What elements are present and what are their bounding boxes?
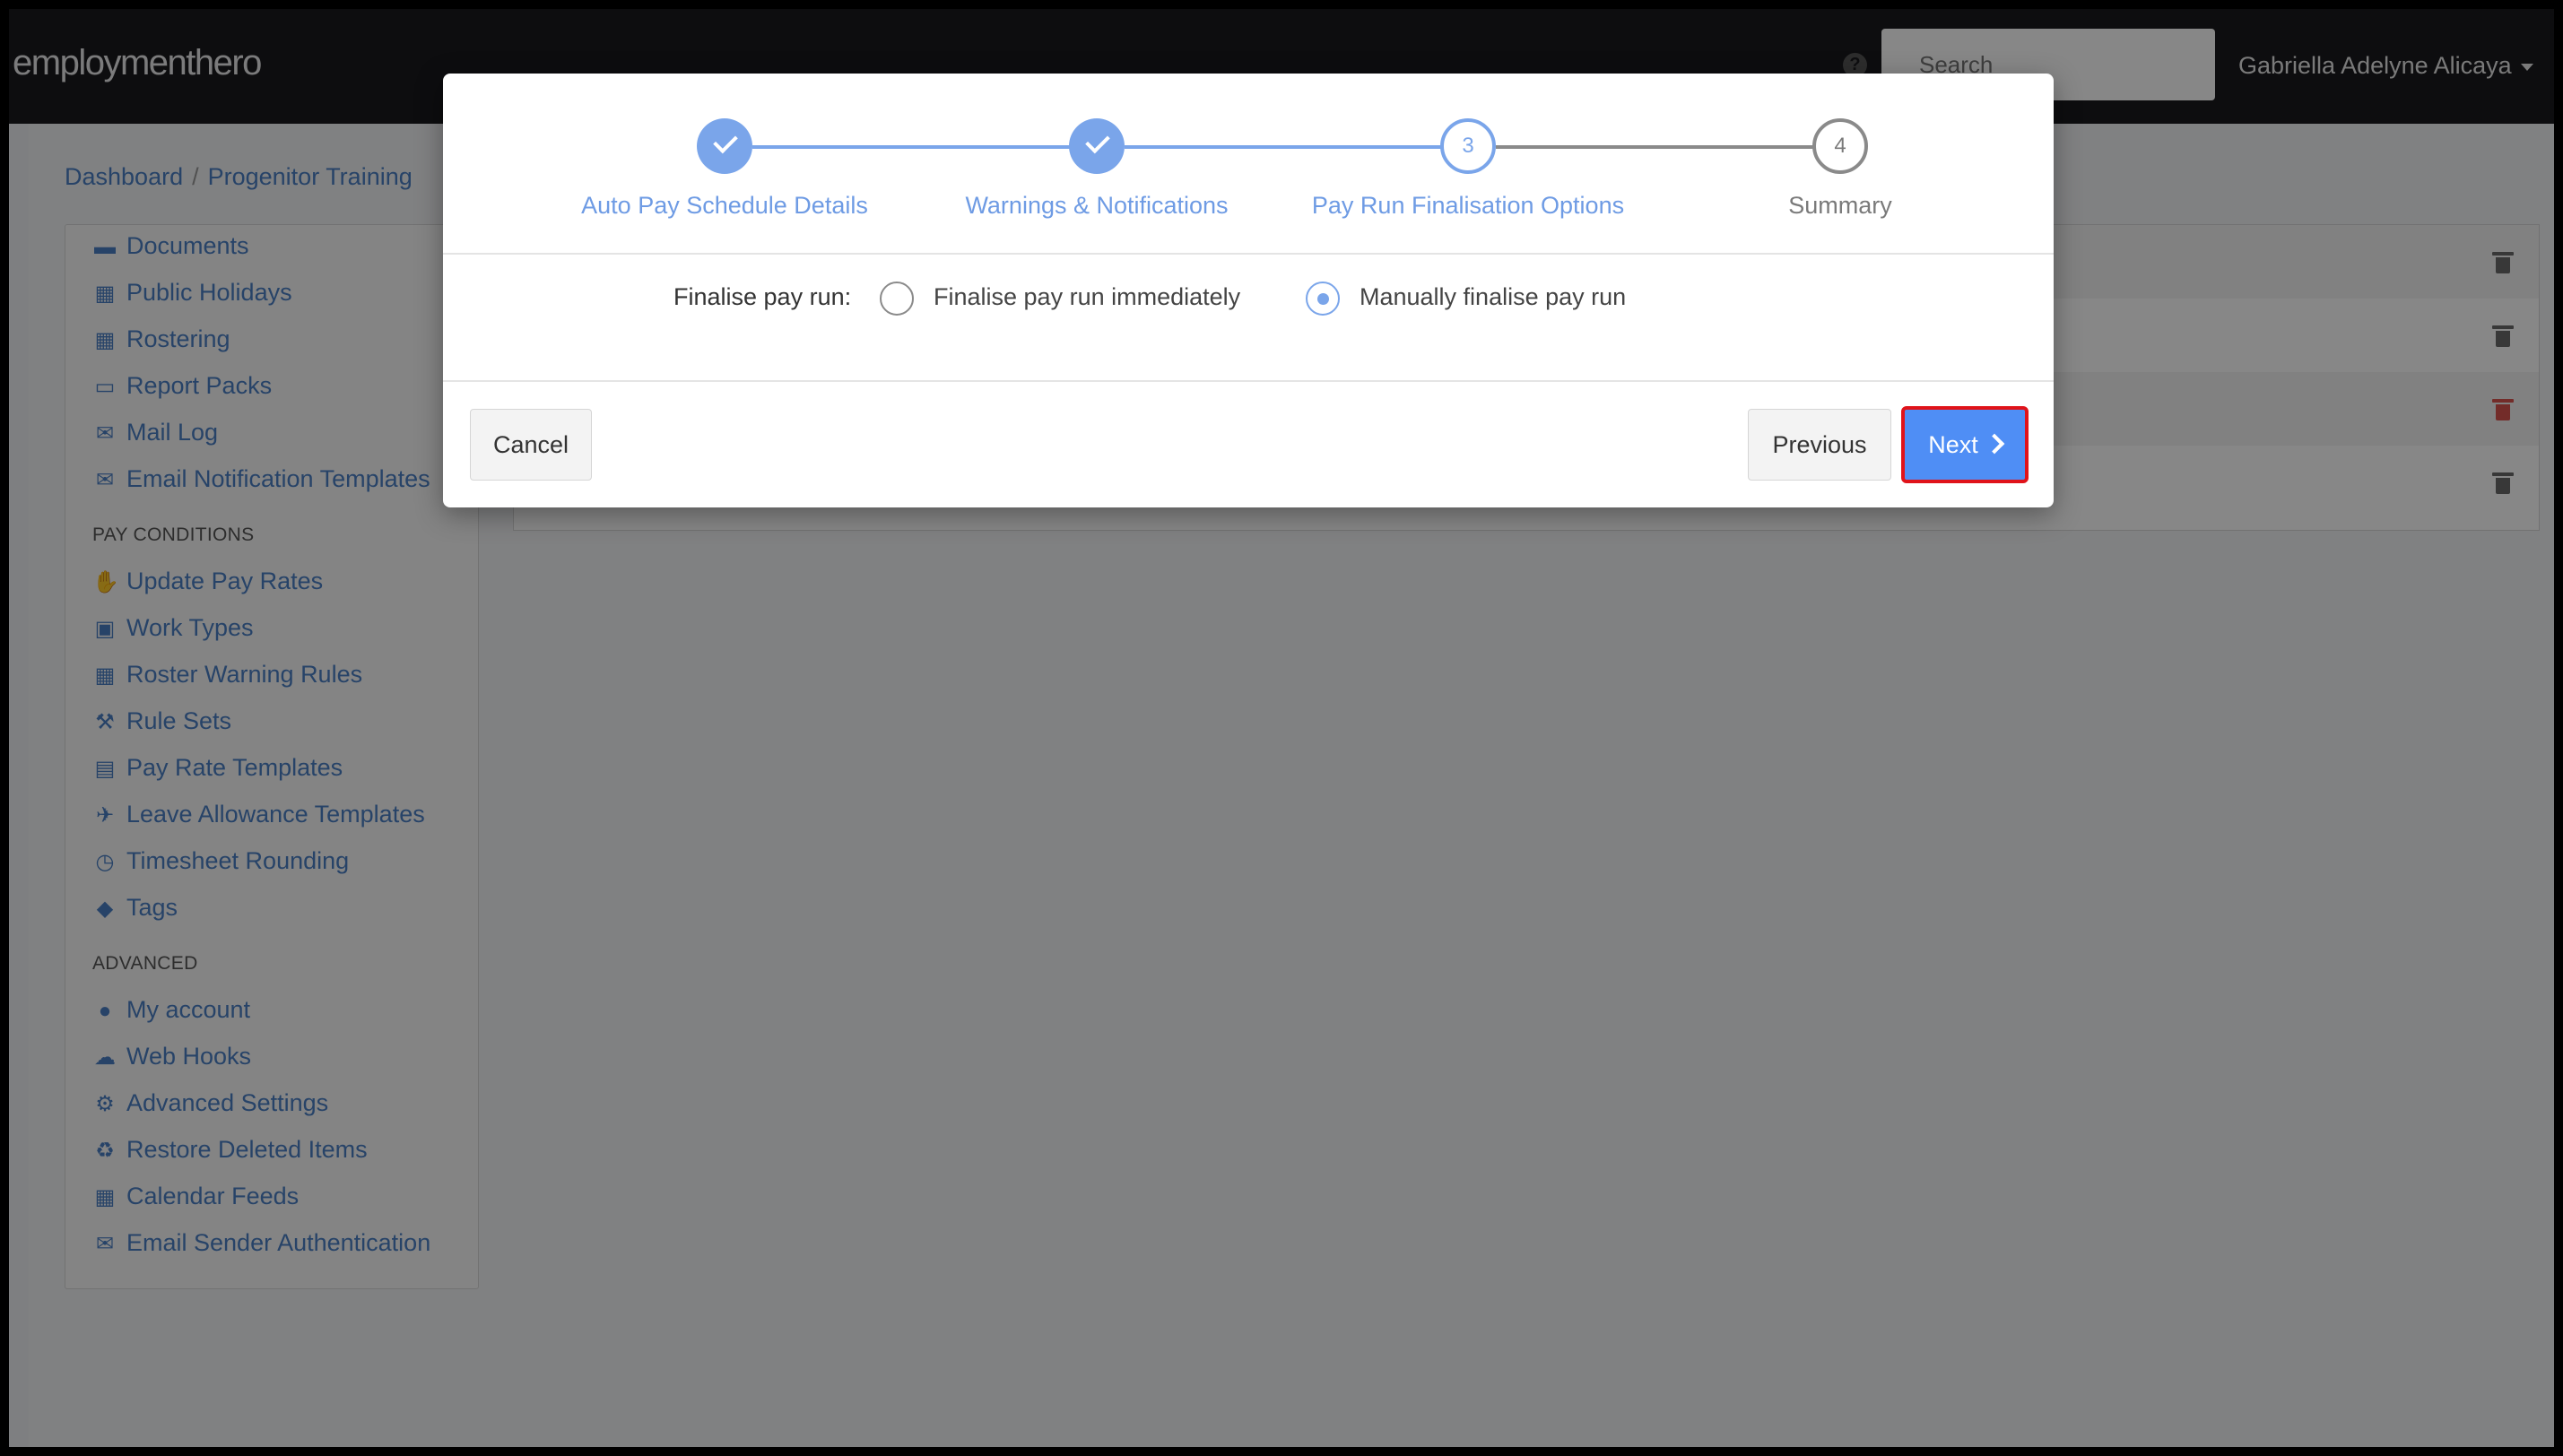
step-4-indicator: 4 <box>1812 118 1868 174</box>
radio-label-manually-finalise[interactable]: Manually finalise pay run <box>1360 283 1626 311</box>
step-label-summary: Summary <box>1788 192 1892 219</box>
step-connector <box>752 145 1096 149</box>
app-window: employmenthero ? Gabriella Adelyne Alica… <box>0 0 2563 1456</box>
step-2-check-icon <box>1069 118 1125 174</box>
radio-label-finalise-immediately[interactable]: Finalise pay run immediately <box>934 283 1240 311</box>
step-label-warnings-notifications[interactable]: Warnings & Notifications <box>965 192 1228 220</box>
divider <box>443 253 2054 255</box>
auto-pay-schedule-wizard: 3 4 Auto Pay Schedule Details Warnings &… <box>443 74 2054 507</box>
step-3-indicator: 3 <box>1440 118 1496 174</box>
radio-finalise-immediately[interactable] <box>880 282 914 316</box>
radio-manually-finalise[interactable] <box>1306 282 1340 316</box>
cancel-button[interactable]: Cancel <box>470 409 592 481</box>
divider <box>443 380 2054 382</box>
step-label-auto-pay-schedule-details[interactable]: Auto Pay Schedule Details <box>581 192 868 220</box>
step-connector <box>1125 145 1467 149</box>
finalise-pay-run-label: Finalise pay run: <box>673 283 852 310</box>
next-button[interactable]: Next <box>1901 406 2029 483</box>
step-connector <box>1496 145 1839 149</box>
next-button-label: Next <box>1928 430 1978 458</box>
step-label-pay-run-finalisation-options: Pay Run Finalisation Options <box>1311 192 1625 219</box>
previous-button[interactable]: Previous <box>1748 409 1891 481</box>
chevron-right-icon <box>1984 433 2005 454</box>
step-1-check-icon <box>697 118 752 174</box>
